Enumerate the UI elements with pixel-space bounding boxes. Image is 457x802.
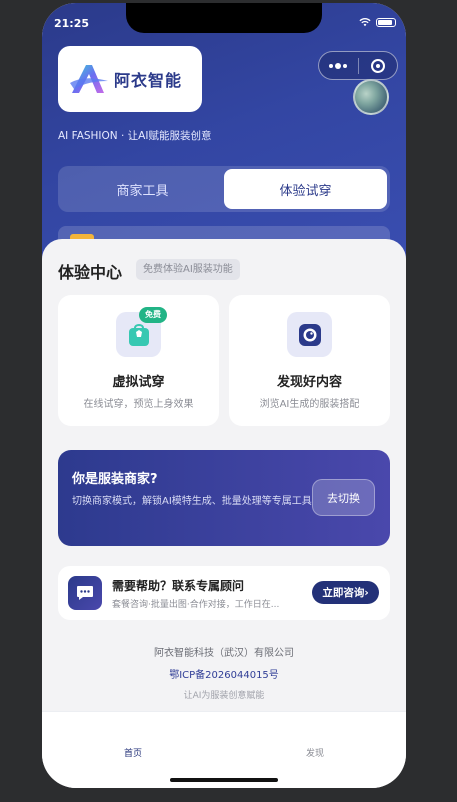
more-menu-button[interactable] bbox=[319, 62, 358, 69]
status-icons bbox=[359, 17, 396, 27]
battery-icon bbox=[376, 17, 396, 27]
card-subtitle: 浏览AI生成的服装搭配 bbox=[259, 399, 360, 410]
brand-name: 阿衣智能 bbox=[114, 71, 183, 90]
bottom-tabbar: 首页 发现 bbox=[42, 711, 406, 788]
card-subtitle: 在线试穿，预览上身效果 bbox=[83, 399, 194, 410]
device-notch bbox=[126, 3, 322, 33]
content-sheet: 体验中心 免费体验AI服装功能 免费 虚拟试穿 在线试穿，预览上身效果 发现好内… bbox=[42, 239, 406, 719]
discover-content-card[interactable]: 发现好内容 浏览AI生成的服装搭配 bbox=[229, 295, 390, 426]
brand-mark-icon bbox=[70, 65, 108, 93]
help-icon-bg bbox=[68, 576, 102, 610]
target-icon bbox=[370, 58, 385, 73]
tab-merchant-tools[interactable]: 商家工具 bbox=[61, 169, 224, 209]
merchant-title: 你是服装商家? bbox=[72, 472, 158, 487]
tagline: AI FASHION · 让AI赋能服装创意 bbox=[58, 130, 212, 142]
home-indicator bbox=[170, 778, 278, 782]
company-name: 阿衣智能科技（武汉）有限公司 bbox=[154, 648, 294, 659]
mode-switcher: 商家工具 体验试穿 bbox=[58, 166, 390, 212]
brand-logo: 阿衣智能 bbox=[58, 46, 202, 112]
tab-try-on[interactable]: 体验试穿 bbox=[224, 169, 387, 209]
help-card[interactable]: 需要帮助？联系专属顾问 套餐咨询·批量出图·合作对接，工作日在... 立即咨询› bbox=[58, 566, 390, 620]
switch-mode-button[interactable]: 去切换 bbox=[312, 479, 375, 516]
free-badge: 免费 bbox=[139, 307, 167, 323]
wifi-icon bbox=[359, 18, 371, 27]
section-tag: 免费体验AI服装功能 bbox=[136, 259, 240, 280]
camera-lens-icon bbox=[298, 323, 321, 346]
help-title: 需要帮助？联系专属顾问 bbox=[112, 579, 245, 593]
merchant-description: 切换商家模式，解锁AI模特生成、批量处理等专属工具 bbox=[72, 496, 312, 507]
consult-now-button[interactable]: 立即咨询› bbox=[312, 581, 379, 604]
chat-bubble-icon bbox=[77, 586, 93, 600]
avatar[interactable] bbox=[353, 79, 389, 115]
shirt-bag-icon bbox=[128, 323, 149, 346]
card-title: 发现好内容 bbox=[276, 375, 342, 390]
phone-screen: 21:25 阿衣智能 AI FASHION · 让AI赋能服装创意 商家工具 体… bbox=[42, 3, 406, 788]
icp-link[interactable]: 鄂ICP备2026044015号 bbox=[42, 666, 406, 681]
help-subtitle: 套餐咨询·批量出图·合作对接，工作日在... bbox=[112, 600, 280, 610]
merchant-banner: 你是服装商家? 切换商家模式，解锁AI模特生成、批量处理等专属工具 去切换 bbox=[58, 450, 390, 546]
section-title: 体验中心 bbox=[58, 263, 123, 282]
tabbar-item-discover[interactable]: 发现 bbox=[306, 746, 324, 759]
card-title: 虚拟试穿 bbox=[112, 375, 165, 390]
miniprogram-capsule bbox=[318, 51, 398, 80]
footer-slogan: 让AI为服装创意赋能 bbox=[183, 691, 265, 701]
close-miniprogram-button[interactable] bbox=[358, 58, 397, 73]
status-time: 21:25 bbox=[54, 17, 90, 30]
tabbar-item-home[interactable]: 首页 bbox=[124, 746, 142, 759]
card-icon-bg bbox=[287, 312, 332, 357]
virtual-try-on-card[interactable]: 免费 虚拟试穿 在线试穿，预览上身效果 bbox=[58, 295, 219, 426]
